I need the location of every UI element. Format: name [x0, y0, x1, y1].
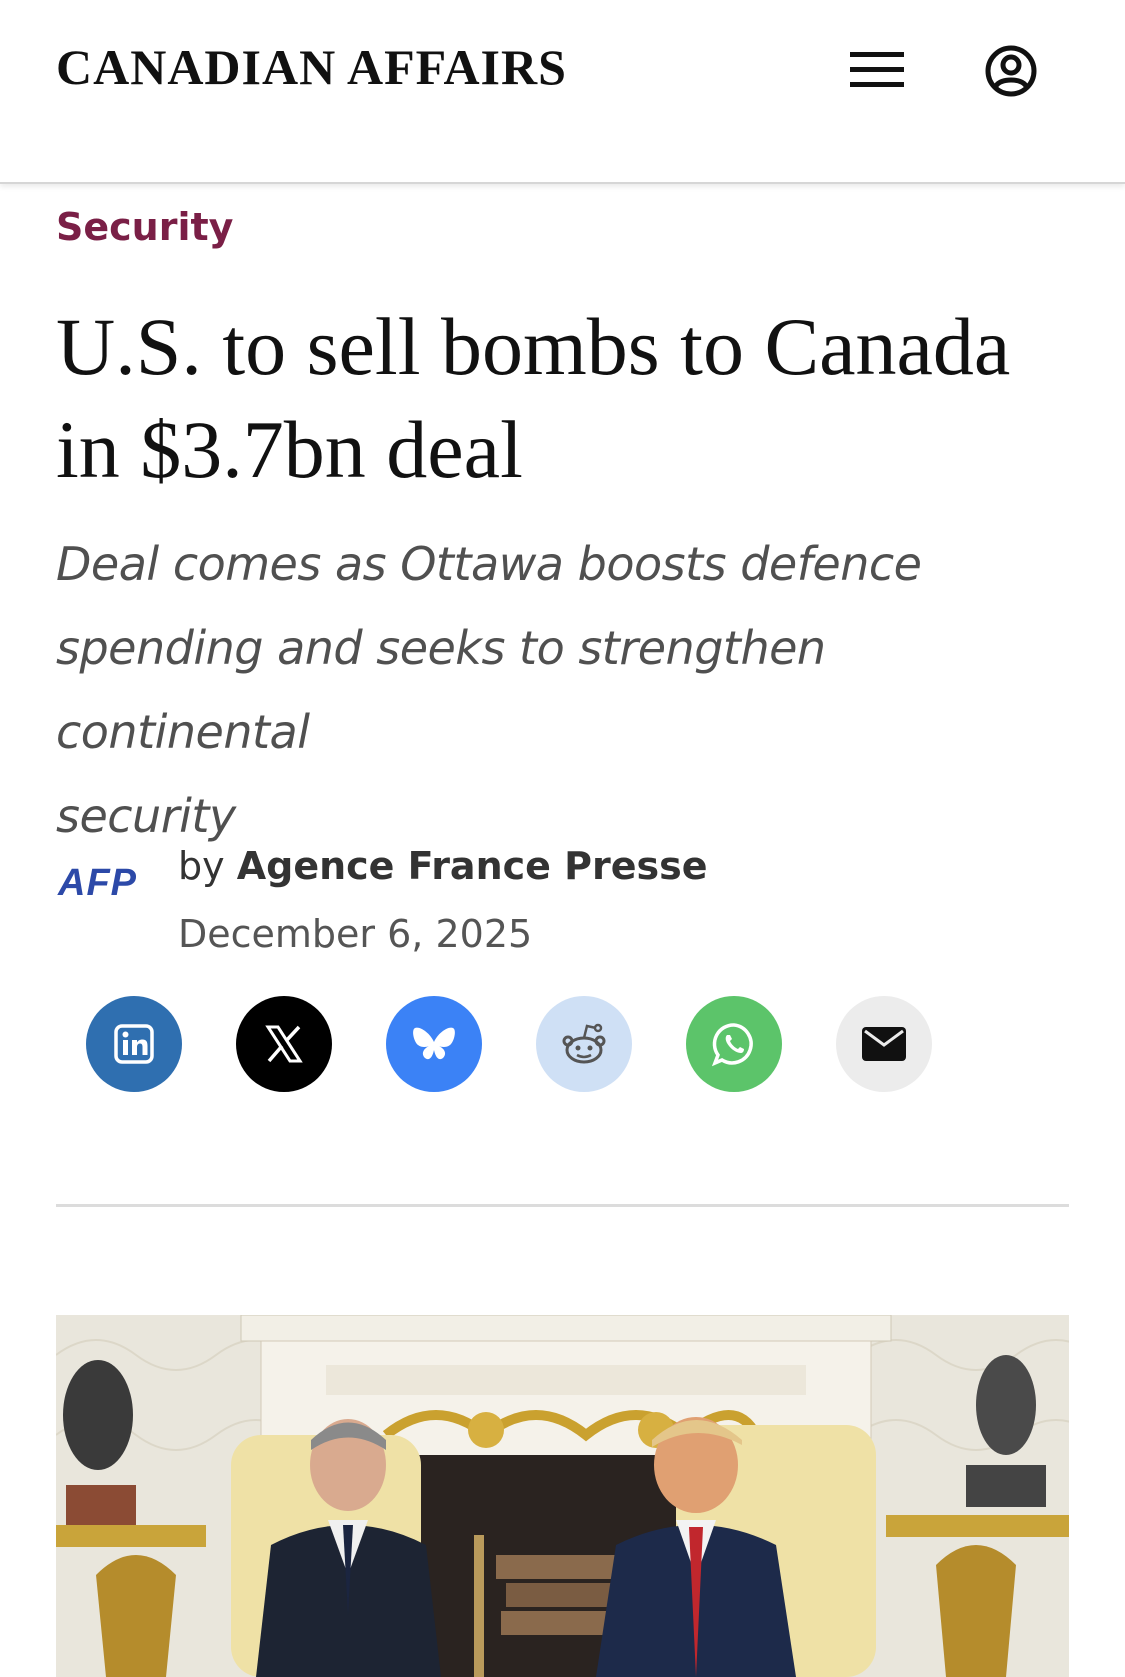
site-header: CANADIAN AFFAIRS — [0, 0, 1125, 184]
x-icon — [265, 1025, 303, 1063]
email-icon — [862, 1027, 906, 1061]
linkedin-icon — [114, 1024, 154, 1064]
byline: by Agence France Presse — [178, 844, 708, 888]
reddit-icon — [562, 1023, 606, 1064]
subhead-line: spending and seeks to strengthen contine… — [56, 621, 826, 759]
publish-date: December 6, 2025 — [178, 912, 533, 956]
author-link[interactable]: Agence France Presse — [237, 844, 708, 888]
oval-office-photo[interactable] — [56, 1315, 1069, 1677]
user-account-icon[interactable] — [984, 44, 1038, 98]
headline-line: U.S. to sell bombs to Canada — [56, 301, 1011, 392]
share-linkedin-button[interactable] — [86, 996, 182, 1092]
byline-prefix: by — [178, 844, 225, 888]
afp-logo[interactable]: AFP — [58, 862, 137, 905]
share-reddit-button[interactable] — [536, 996, 632, 1092]
subhead-line: Deal comes as Ottawa boosts defence — [56, 537, 922, 591]
whatsapp-icon — [711, 1023, 753, 1067]
subhead-line: security — [56, 789, 236, 843]
site-logo[interactable]: CANADIAN AFFAIRS — [56, 38, 567, 96]
hamburger-menu-icon[interactable] — [846, 46, 908, 96]
article-category[interactable]: Security — [56, 205, 233, 249]
share-whatsapp-button[interactable] — [686, 996, 782, 1092]
headline-line: in $3.7bn deal — [56, 404, 523, 495]
article-headline: U.S. to sell bombs to Canada in $3.7bn d… — [56, 295, 1096, 501]
share-x-button[interactable] — [236, 996, 332, 1092]
share-bluesky-button[interactable] — [386, 996, 482, 1092]
section-divider — [56, 1204, 1069, 1207]
article-subheadline: Deal comes as Ottawa boosts defence spen… — [56, 522, 1076, 858]
bluesky-icon — [413, 1027, 455, 1060]
share-email-button[interactable] — [836, 996, 932, 1092]
